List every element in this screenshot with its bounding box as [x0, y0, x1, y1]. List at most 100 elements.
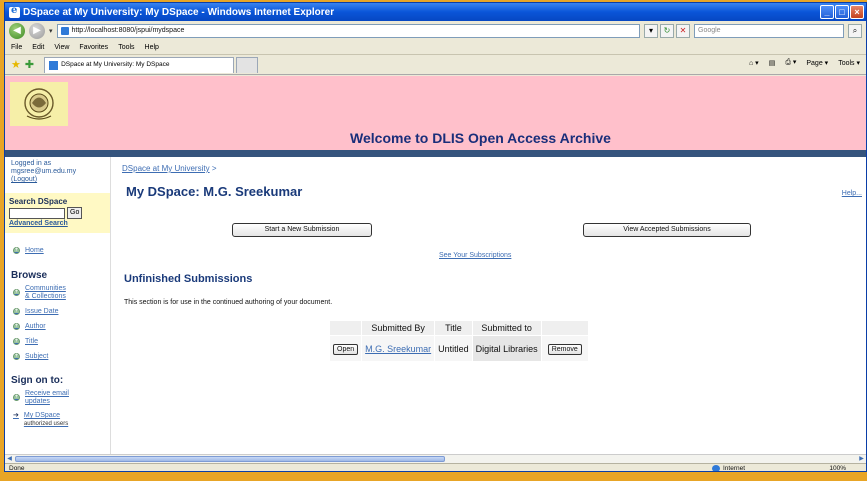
- table-header-submitted-by: Submitted By: [361, 320, 436, 336]
- search-panel: Search DSpace Go Advanced Search: [5, 193, 110, 233]
- browse-heading: Browse: [11, 270, 48, 281]
- submissions-table: Submitted By Title Submitted to Open M.G…: [328, 320, 589, 362]
- window-title: DSpace at My University: My DSpace - Win…: [23, 6, 335, 18]
- tab-active[interactable]: DSpace at My University: My DSpace: [44, 56, 235, 73]
- table-header-submitted-to: Submitted to: [471, 320, 542, 336]
- browser-window: DSpace at My University: My DSpace - Win…: [4, 2, 867, 472]
- maximize-button[interactable]: □: [835, 5, 849, 19]
- table-cell-title: Untitled: [434, 335, 473, 362]
- sidebar-item-my-dspace[interactable]: ➔ My DSpace authorized users: [5, 412, 110, 428]
- remove-button[interactable]: Remove: [547, 343, 582, 355]
- sidebar-item-author[interactable]: + Author: [5, 323, 110, 331]
- table-cell: M.G. Sreekumar: [361, 335, 436, 362]
- start-new-submission-button[interactable]: Start a New Submission: [232, 223, 372, 237]
- menu-file[interactable]: File: [11, 44, 22, 51]
- table-header-title: Title: [434, 320, 473, 336]
- back-button[interactable]: ◀: [9, 23, 25, 39]
- menu-edit[interactable]: Edit: [32, 44, 44, 51]
- page-menu[interactable]: Page ▾: [806, 59, 828, 67]
- internet-zone: Internet: [711, 464, 745, 471]
- add-favorites-icon[interactable]: ✚: [25, 58, 34, 71]
- search-icon[interactable]: ⌕: [848, 24, 862, 38]
- title-bar: DSpace at My University: My DSpace - Win…: [5, 3, 866, 21]
- university-logo: [10, 82, 68, 126]
- tools-menu[interactable]: Tools ▾: [838, 59, 860, 67]
- search-input[interactable]: Google: [694, 24, 844, 38]
- menu-tools[interactable]: Tools: [118, 44, 134, 51]
- bullet-icon: +: [13, 353, 20, 360]
- table-cell: Open: [328, 335, 363, 362]
- table-header-row: Submitted By Title Submitted to: [328, 320, 589, 336]
- bullet-icon: +: [13, 308, 20, 315]
- table-row: Open M.G. Sreekumar Untitled Digital Lib…: [328, 335, 589, 362]
- menu-view[interactable]: View: [54, 44, 69, 51]
- logout-link[interactable]: (Logout): [11, 176, 37, 183]
- status-text: Done: [9, 465, 25, 472]
- page-title: My DSpace: M.G. Sreekumar: [126, 184, 303, 199]
- history-dropdown-icon[interactable]: ▾: [49, 27, 53, 35]
- address-row: ◀ ▶ ▾ http://localhost:8080/jspui/mydspa…: [5, 21, 866, 41]
- breadcrumb: DSpace at My University >: [122, 164, 217, 173]
- bullet-icon: +: [13, 394, 20, 401]
- table-header-blank: [328, 320, 363, 336]
- breadcrumb-home[interactable]: DSpace at My University: [122, 164, 210, 173]
- minimize-button[interactable]: _: [820, 5, 834, 19]
- sidebar-item-subject[interactable]: + Subject: [5, 353, 110, 361]
- horizontal-scrollbar[interactable]: ◀ ▶: [5, 454, 866, 463]
- print-icon[interactable]: ⎙ ▾: [785, 58, 796, 67]
- scroll-right-icon[interactable]: ▶: [857, 455, 866, 463]
- table-cell: Remove: [540, 335, 589, 362]
- menu-favorites[interactable]: Favorites: [79, 44, 108, 51]
- bullet-icon: +: [13, 323, 20, 330]
- scroll-thumb[interactable]: [15, 456, 445, 462]
- submitter-link[interactable]: M.G. Sreekumar: [365, 344, 431, 354]
- table-cell-submitted-to: Digital Libraries: [471, 335, 542, 362]
- stop-icon[interactable]: ✕: [676, 24, 690, 38]
- zoom-level[interactable]: 100%: [829, 464, 846, 471]
- login-status: Logged in as mgsree@um.edu.my (Logout): [5, 157, 110, 187]
- close-button[interactable]: ×: [850, 5, 864, 19]
- sidebar-item-receive-email[interactable]: + Receive email updates: [5, 390, 110, 406]
- menu-bar: File Edit View Favorites Tools Help: [5, 41, 866, 55]
- forward-button[interactable]: ▶: [29, 23, 45, 39]
- authorized-users-note: authorized users: [23, 421, 69, 427]
- sidebar-search-input[interactable]: [9, 207, 65, 219]
- sidebar-item-home[interactable]: + Home: [5, 247, 110, 255]
- table-header-blank: [540, 320, 589, 336]
- nav-strip: [5, 150, 866, 157]
- bullet-icon: +: [13, 247, 20, 254]
- home-icon[interactable]: ⌂ ▾: [749, 59, 759, 67]
- feeds-icon[interactable]: ▤: [769, 59, 776, 67]
- unfinished-description: This section is for use in the continued…: [124, 299, 333, 306]
- favorites-star-icon[interactable]: ★: [11, 58, 21, 71]
- address-bar[interactable]: http://localhost:8080/jspui/mydspace: [56, 24, 640, 38]
- arrow-right-icon: ➔: [13, 412, 19, 419]
- ie-icon: [9, 5, 20, 18]
- sign-on-heading: Sign on to:: [11, 375, 64, 386]
- refresh-icon[interactable]: ↻: [660, 24, 674, 38]
- see-subscriptions-link[interactable]: See Your Subscriptions: [439, 252, 511, 259]
- sidebar-item-issue-date[interactable]: + Issue Date: [5, 308, 110, 316]
- page-viewport: Welcome to DLIS Open Access Archive Logg…: [5, 76, 866, 454]
- sidebar: Logged in as mgsree@um.edu.my (Logout) S…: [5, 157, 111, 454]
- welcome-banner: Welcome to DLIS Open Access Archive: [350, 130, 611, 146]
- go-button[interactable]: Go: [67, 207, 83, 219]
- bullet-icon: +: [13, 289, 20, 296]
- site-header: Welcome to DLIS Open Access Archive: [5, 76, 866, 150]
- tab-row: ★ ✚ DSpace at My University: My DSpace ⌂…: [5, 55, 866, 75]
- bullet-icon: +: [13, 338, 20, 345]
- open-button[interactable]: Open: [333, 343, 359, 355]
- unfinished-heading: Unfinished Submissions: [124, 273, 253, 285]
- address-dropdown-icon[interactable]: ▾: [644, 24, 658, 38]
- advanced-search-link[interactable]: Advanced Search: [9, 220, 106, 227]
- user-email: mgsree@um.edu.my: [11, 168, 77, 175]
- new-tab-button[interactable]: [236, 56, 259, 73]
- help-link[interactable]: Help...: [842, 190, 862, 197]
- menu-help[interactable]: Help: [145, 44, 159, 51]
- scroll-left-icon[interactable]: ◀: [5, 455, 14, 463]
- sidebar-item-title[interactable]: + Title: [5, 338, 110, 346]
- view-accepted-submissions-button[interactable]: View Accepted Submissions: [583, 223, 751, 237]
- search-heading: Search DSpace: [9, 197, 68, 206]
- sidebar-item-communities[interactable]: + Communities & Collections: [5, 285, 110, 301]
- main-content: DSpace at My University > My DSpace: M.G…: [119, 157, 866, 454]
